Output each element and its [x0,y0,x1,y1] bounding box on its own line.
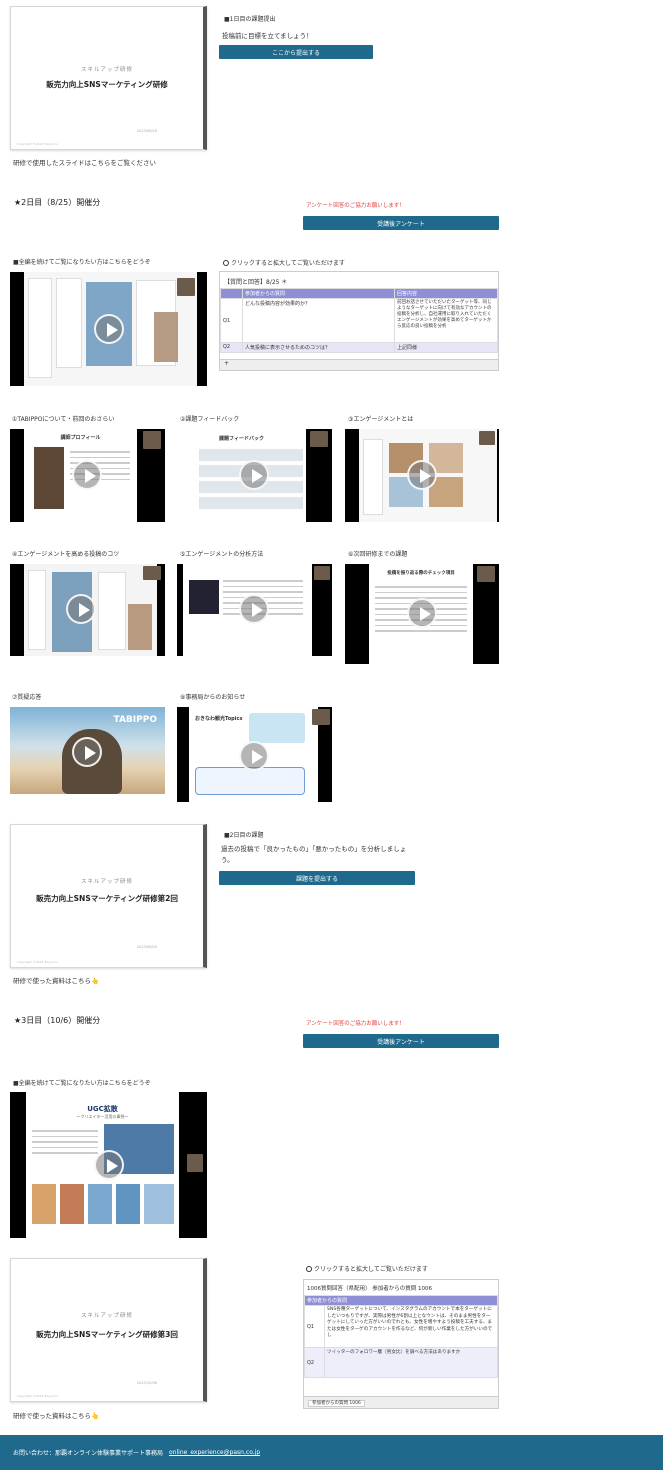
video-2[interactable]: 課題フィードバック [177,429,332,522]
slide-subtitle: スキルアップ研修 [80,67,133,73]
slide-footer: Copyright ©2023 Tokyo Inc. [17,1394,59,1398]
day2-survey-button[interactable]: 受講後アンケート [303,216,499,230]
sheet-hint-text: クリックすると拡大してご覧いただけます [314,1266,428,1273]
day3-heading: ★3日目（10/6）開催分 [14,1016,101,1025]
play-icon[interactable] [239,594,269,624]
day1-slide-thumbnail[interactable]: スキルアップ研修 販売力向上SNSマーケティング研修 2023/08/18 Co… [10,6,207,150]
video-slide-title: 講師プロフィール [60,435,101,441]
play-icon[interactable] [239,460,269,490]
day2-heading: ★2日目（8/25）開催分 [14,198,101,207]
day1-slide-caption: 研修で使用したスライドはこちらをご覧ください [13,159,156,167]
video-slide-title: TABIPPO [113,715,157,725]
video-6[interactable]: 投稿を振り返る際のチェック項目 [345,564,499,664]
slide-title: 販売力向上SNSマーケティング研修第3回 [36,1330,178,1339]
video-caption-8: ⑧事務局からのお知らせ [180,694,246,701]
sheet-col-answer: 回答内容 [394,288,498,299]
day2-slide-caption: 研修で使った資料はこちら👆 [13,977,100,985]
video-7[interactable]: TABIPPO [10,707,165,794]
video-5[interactable] [177,564,332,656]
day3-survey-button[interactable]: 受講後アンケート [303,1034,499,1048]
day2-sheet-hint: クリックすると拡大してご覧いただけます [223,258,345,267]
video-4[interactable] [10,564,165,656]
video-caption-2: ②課題フィードバック [180,416,240,423]
day2-survey-notice: アンケート回答のご協力お願いします！ [306,203,405,209]
sheet-row-no: Q1 [304,1305,325,1348]
sheet-col-question: 参加者からの質問 [304,1295,498,1306]
day3-full-video-caption: ■全編を続けてご覧になりたい方はこちらをどうぞ [13,1080,151,1087]
video-caption-6: ⑥次回研修までの課題 [348,551,408,558]
play-icon[interactable] [94,314,124,344]
slide-footer: Copyright ©2023 Tokyo Inc. [17,142,59,146]
sheet-row-no: Q2 [304,1347,325,1378]
play-icon[interactable] [66,594,96,624]
sheet-title: 【質問と回答】8/25 ＊ [224,279,288,286]
day2-full-video-caption: ■全編を続けてご覧になりたい方はこちらをどうぞ [13,259,151,266]
play-icon[interactable] [94,1150,124,1180]
footer-contact: お問い合わせ：那覇オンライン体験事業サポート事務局 [13,1450,164,1457]
sheet-row-no: Q2 [220,342,243,353]
play-icon[interactable] [72,460,102,490]
video-slide-title: 課題フィードバック [219,436,264,442]
sheet-row-question: ツイッターのフォロワー層（男女比）を調べる方法はありますか [324,1347,498,1378]
day1-submit-button[interactable]: ここから提出する [219,45,373,59]
sheet-title: 1006質問回答（県配用） 参加者からの質問 1006 [307,1286,432,1292]
video-slide-title: 投稿を振り返る際のチェック項目 [387,571,455,576]
sheet-row-question: 人気投稿に表示させるためのコツは？ [242,342,395,353]
day3-slide-caption: 研修で使った資料はこちら👆 [13,1412,100,1420]
sheet-row-no: Q1 [220,298,243,343]
video-slide-title: おきなわ観光Topics [195,716,243,722]
play-icon[interactable] [239,741,269,771]
slide-subtitle: スキルアップ研修 [80,879,133,885]
video-slide-subtitle: 〜クリエイター活用の事例〜 [76,1114,129,1119]
sheet-tab-bar: + [220,359,498,370]
sheet-row-answer: 上記同様 [394,342,498,353]
sheet-row-answer: 前回お話させていただいたターゲット等、同じようなターゲットに向けて有効なアカウン… [394,298,498,343]
day2-assignment-text: 過去の投稿で「良かったもの」「悪かったもの」を分析しましょう。 [221,845,407,864]
day2-qa-spreadsheet[interactable]: 【質問と回答】8/25 ＊ 参加者からの質問 回答内容 Q1 どんな投稿内容が効果的… [219,271,499,371]
slide-title: 販売力向上SNSマーケティング研修第2回 [36,894,178,903]
slide-title: 販売力向上SNSマーケティング研修 [46,80,168,89]
slide-date: 2023/10/06 [136,1381,158,1385]
slide-footer: Copyright ©2023 Tokyo Inc. [17,960,59,964]
magnifier-icon [223,260,229,266]
video-caption-3: ③エンゲージメントとは [348,416,414,423]
day1-assignment-text: 投稿前に目標を立てましょう！ [222,32,313,40]
sheet-tab-bar: 参加者からの質問 1006 [304,1396,498,1408]
play-icon[interactable] [72,737,102,767]
video-slide-title: UGC拡散 [87,1105,118,1113]
day2-assignment-heading: ■2日目の課題 [224,832,264,839]
magnifier-icon [306,1266,312,1272]
slide-subtitle: スキルアップ研修 [80,1313,133,1319]
slide-date: 2023/08/25 [136,945,158,949]
video-3[interactable] [345,429,499,522]
day3-slide-thumbnail[interactable]: スキルアップ研修 販売力向上SNSマーケティング研修第3回 2023/10/06… [10,1258,207,1402]
day1-assignment-heading: ■1日目の課題提出 [224,16,276,23]
footer: お問い合わせ：那覇オンライン体験事業サポート事務局 online_experie… [0,1435,663,1470]
day2-submit-button[interactable]: 課題を提出する [219,871,415,885]
day3-qa-spreadsheet[interactable]: 1006質問回答（県配用） 参加者からの質問 1006 参加者からの質問 Q1 S… [303,1279,499,1409]
footer-email-link[interactable]: online_experience@pasn.co.jp [169,1449,260,1456]
video-caption-4: ④エンゲージメントを高める投稿のコツ [12,551,120,558]
day3-sheet-hint: クリックすると拡大してご覧いただけます [306,1264,428,1273]
day2-slide-thumbnail[interactable]: スキルアップ研修 販売力向上SNSマーケティング研修第2回 2023/08/25… [10,824,207,968]
sheet-hint-text: クリックすると拡大してご覧いただけます [231,260,345,267]
sheet-row-question: SNS各種ターゲットについて、インスタグラムのアカウントで本をターゲットにしたい… [324,1305,498,1348]
add-sheet-icon[interactable]: + [224,360,229,367]
slide-date: 2023/08/18 [136,129,158,133]
sheet-col-question: 参加者からの質問 [242,288,395,299]
day3-full-video[interactable]: UGC拡散 〜クリエイター活用の事例〜 [10,1092,207,1238]
play-icon[interactable] [407,460,437,490]
day2-full-video[interactable] [10,272,207,386]
sheet-tab[interactable]: 参加者からの質問 1006 [308,1400,365,1407]
video-8[interactable]: おきなわ観光Topics [177,707,332,802]
sheet-row-question: どんな投稿内容が効果的か？ [242,298,395,343]
video-caption-1: ①TABIPPOについて・前回のおさらい [12,416,115,423]
video-1[interactable]: 講師プロフィール [10,429,165,522]
video-caption-5: ⑤エンゲージメントの分析方法 [180,551,264,558]
video-caption-7: ⑦質疑応答 [12,694,42,701]
play-icon[interactable] [407,598,437,628]
day3-survey-notice: アンケート回答のご協力お願いします！ [306,1021,405,1027]
